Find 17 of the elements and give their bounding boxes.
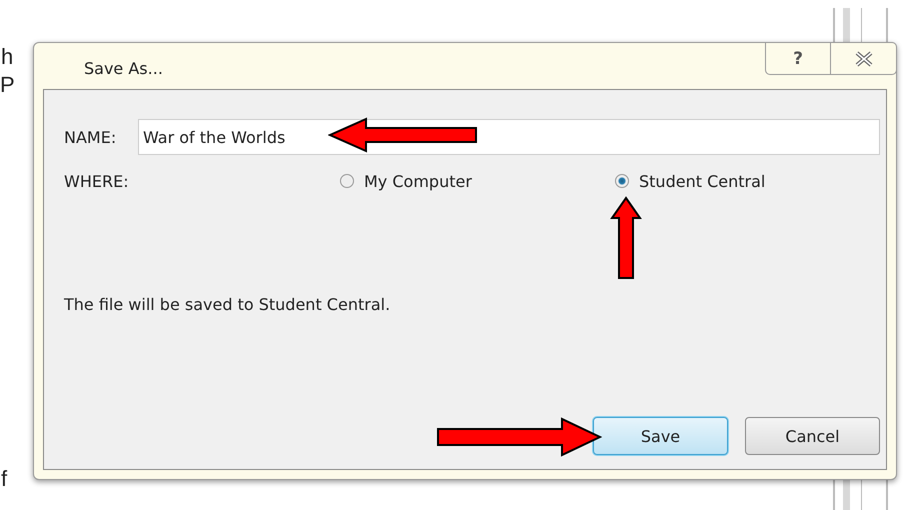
location-radio-option[interactable]: Student Central xyxy=(615,172,766,190)
close-icon xyxy=(854,50,874,66)
name-label: NAME: xyxy=(64,128,118,146)
document-text: h xyxy=(1,44,14,70)
name-field[interactable]: War of the Worlds xyxy=(138,119,880,155)
close-button[interactable] xyxy=(831,42,897,75)
status-message: The file will be saved to Student Central. xyxy=(64,295,392,314)
radio-button[interactable] xyxy=(340,174,354,188)
cancel-button[interactable]: Cancel xyxy=(745,417,880,455)
document-text: P xyxy=(0,72,15,98)
save-button[interactable]: Save xyxy=(593,417,728,455)
where-label: WHERE: xyxy=(64,172,130,190)
radio-button[interactable] xyxy=(615,174,629,188)
window-title: Save As... xyxy=(84,59,163,78)
document-text: f xyxy=(1,466,8,492)
location-radio-option[interactable]: My Computer xyxy=(340,172,472,190)
help-button[interactable]: ? xyxy=(765,42,831,75)
